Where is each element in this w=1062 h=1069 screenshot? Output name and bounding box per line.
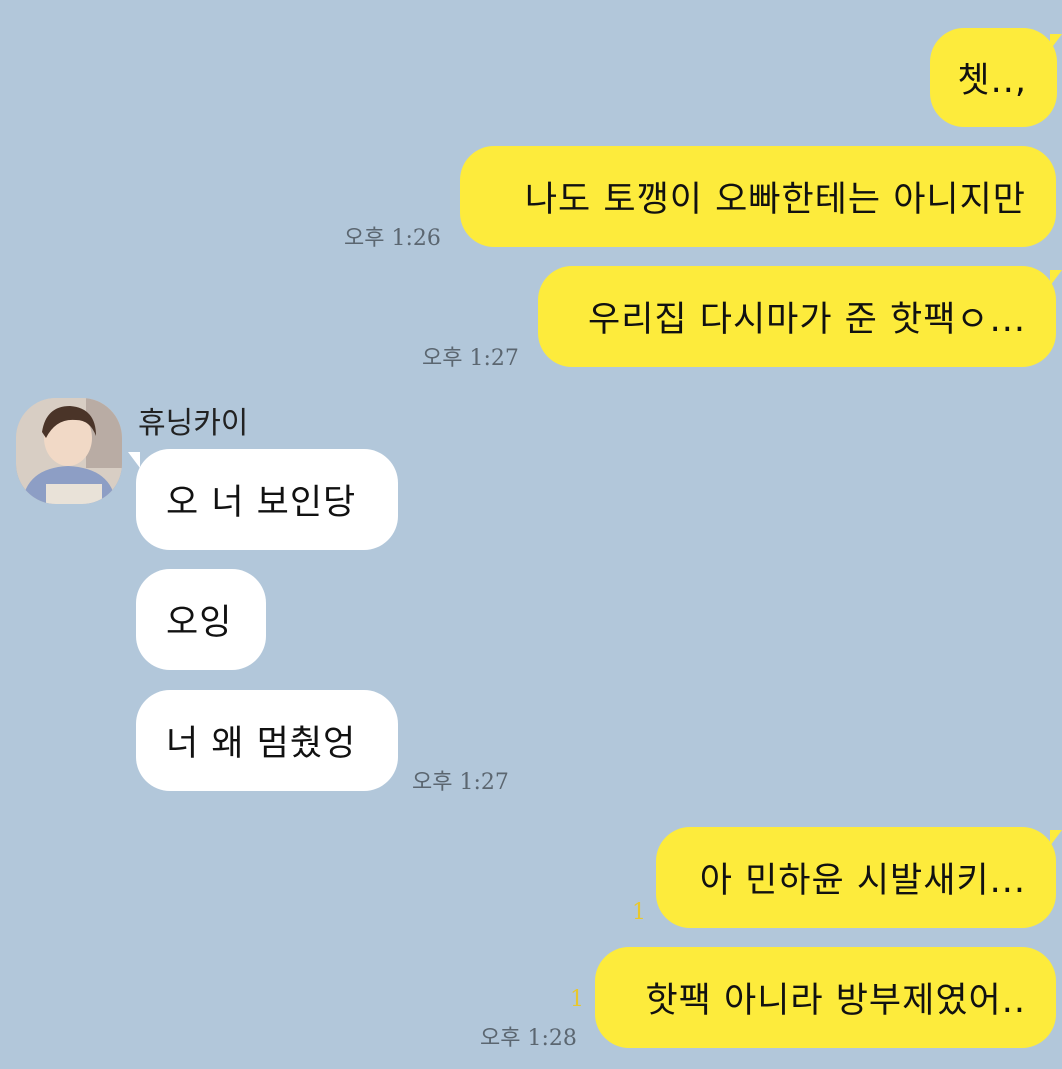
message-text: 아 민하윤 시발새키...: [699, 861, 1026, 901]
bubble-tail: [1050, 34, 1062, 50]
message-bubble[interactable]: 오 너 보인당: [136, 449, 398, 550]
message-text: 우리집 다시마가 준 핫팩ㅇ...: [588, 300, 1026, 340]
bubble-tail: [1050, 270, 1062, 286]
message-text: 오 너 보인당: [166, 483, 357, 523]
message-bubble[interactable]: 나도 토깽이 오빠한테는 아니지만: [460, 146, 1056, 247]
message-bubble[interactable]: 우리집 다시마가 준 핫팩ㅇ...: [538, 266, 1056, 367]
message-timestamp: 오후 1:27: [422, 346, 519, 371]
bubble-tail: [128, 452, 140, 468]
message-bubble[interactable]: 너 왜 멈췄엉: [136, 690, 398, 791]
message-text: 오잉: [166, 603, 233, 643]
message-timestamp: 오후 1:28: [480, 1026, 577, 1051]
message-text: 너 왜 멈췄엉: [166, 724, 357, 764]
contact-avatar[interactable]: [16, 398, 122, 504]
message-bubble[interactable]: 쳇..,: [930, 28, 1057, 127]
unread-count: 1: [570, 987, 584, 1012]
message-text: 핫팩 아니라 방부제였어..: [645, 981, 1026, 1021]
message-text: 쳇..,: [957, 61, 1027, 101]
bubble-tail: [1050, 830, 1062, 846]
contact-name: 휴닝카이: [138, 406, 249, 441]
message-bubble[interactable]: 핫팩 아니라 방부제였어..: [595, 947, 1056, 1048]
avatar-photo-icon: [16, 398, 122, 504]
message-text: 나도 토깽이 오빠한테는 아니지만: [524, 180, 1026, 220]
message-bubble[interactable]: 아 민하윤 시발새키...: [656, 827, 1056, 928]
message-bubble[interactable]: 오잉: [136, 569, 266, 670]
message-timestamp: 오후 1:26: [344, 226, 441, 251]
message-timestamp: 오후 1:27: [412, 770, 509, 795]
unread-count: 1: [632, 900, 646, 925]
